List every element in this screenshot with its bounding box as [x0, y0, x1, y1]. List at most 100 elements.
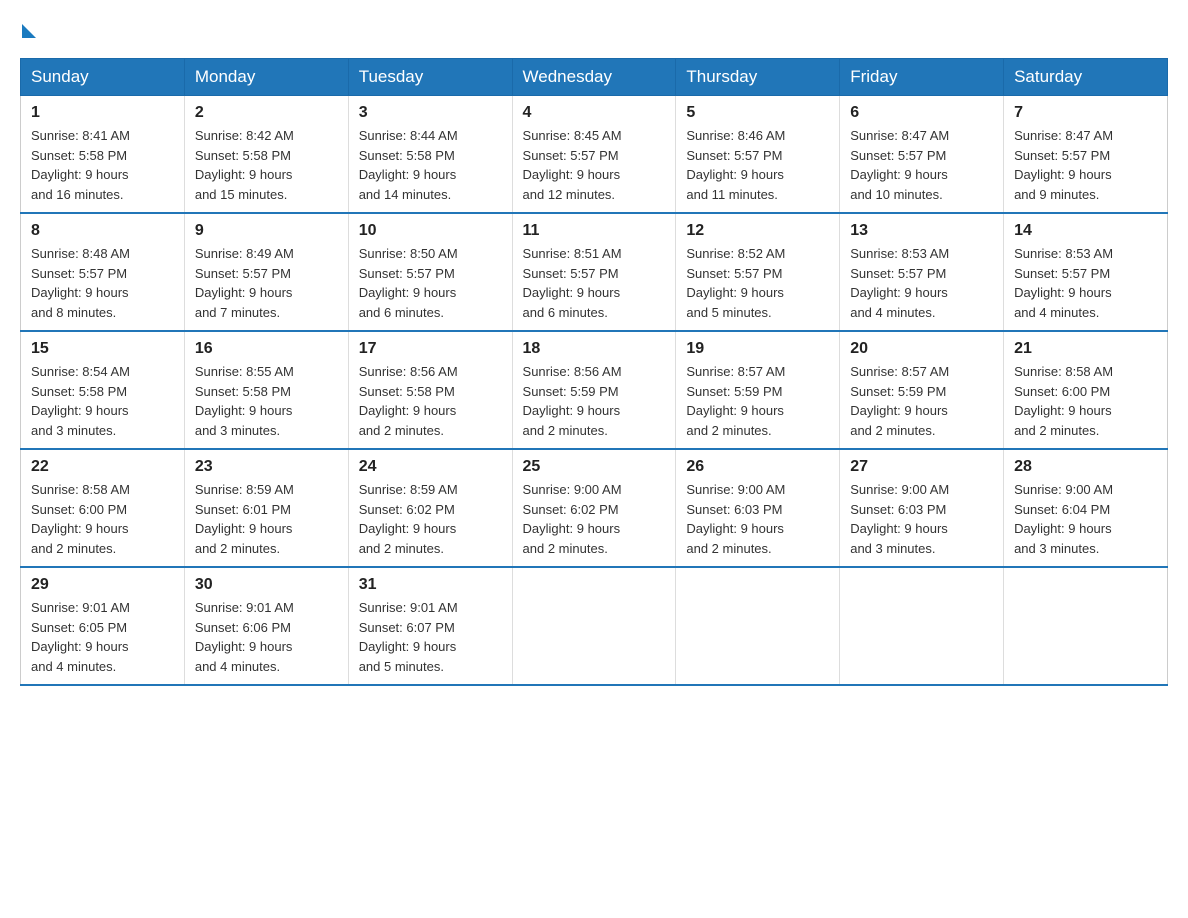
- calendar-cell: 26 Sunrise: 9:00 AM Sunset: 6:03 PM Dayl…: [676, 449, 840, 567]
- header-wednesday: Wednesday: [512, 59, 676, 96]
- day-info: Sunrise: 8:55 AM Sunset: 5:58 PM Dayligh…: [195, 362, 338, 440]
- calendar-cell: 18 Sunrise: 8:56 AM Sunset: 5:59 PM Dayl…: [512, 331, 676, 449]
- day-number: 22: [31, 458, 174, 476]
- day-info: Sunrise: 8:58 AM Sunset: 6:00 PM Dayligh…: [1014, 362, 1157, 440]
- day-info: Sunrise: 8:42 AM Sunset: 5:58 PM Dayligh…: [195, 126, 338, 204]
- day-number: 23: [195, 458, 338, 476]
- calendar-cell: [512, 567, 676, 685]
- header-monday: Monday: [184, 59, 348, 96]
- calendar-cell: 27 Sunrise: 9:00 AM Sunset: 6:03 PM Dayl…: [840, 449, 1004, 567]
- day-info: Sunrise: 8:59 AM Sunset: 6:02 PM Dayligh…: [359, 480, 502, 558]
- day-info: Sunrise: 9:00 AM Sunset: 6:03 PM Dayligh…: [850, 480, 993, 558]
- calendar-week-row: 8 Sunrise: 8:48 AM Sunset: 5:57 PM Dayli…: [21, 213, 1168, 331]
- day-number: 17: [359, 340, 502, 358]
- day-info: Sunrise: 8:56 AM Sunset: 5:58 PM Dayligh…: [359, 362, 502, 440]
- day-info: Sunrise: 9:00 AM Sunset: 6:04 PM Dayligh…: [1014, 480, 1157, 558]
- day-info: Sunrise: 9:01 AM Sunset: 6:05 PM Dayligh…: [31, 598, 174, 676]
- logo-arrow-icon: [22, 24, 36, 38]
- logo-line1: [20, 20, 36, 38]
- day-info: Sunrise: 8:51 AM Sunset: 5:57 PM Dayligh…: [523, 244, 666, 322]
- day-info: Sunrise: 8:56 AM Sunset: 5:59 PM Dayligh…: [523, 362, 666, 440]
- day-info: Sunrise: 8:41 AM Sunset: 5:58 PM Dayligh…: [31, 126, 174, 204]
- day-info: Sunrise: 8:44 AM Sunset: 5:58 PM Dayligh…: [359, 126, 502, 204]
- day-info: Sunrise: 8:52 AM Sunset: 5:57 PM Dayligh…: [686, 244, 829, 322]
- calendar-week-row: 29 Sunrise: 9:01 AM Sunset: 6:05 PM Dayl…: [21, 567, 1168, 685]
- day-info: Sunrise: 8:57 AM Sunset: 5:59 PM Dayligh…: [686, 362, 829, 440]
- calendar-cell: 14 Sunrise: 8:53 AM Sunset: 5:57 PM Dayl…: [1004, 213, 1168, 331]
- calendar-week-row: 1 Sunrise: 8:41 AM Sunset: 5:58 PM Dayli…: [21, 96, 1168, 214]
- calendar-cell: [676, 567, 840, 685]
- day-number: 28: [1014, 458, 1157, 476]
- calendar-table: SundayMondayTuesdayWednesdayThursdayFrid…: [20, 58, 1168, 686]
- logo-wrapper: [20, 20, 36, 38]
- calendar-cell: [1004, 567, 1168, 685]
- header-tuesday: Tuesday: [348, 59, 512, 96]
- day-number: 15: [31, 340, 174, 358]
- day-info: Sunrise: 8:48 AM Sunset: 5:57 PM Dayligh…: [31, 244, 174, 322]
- calendar-cell: 7 Sunrise: 8:47 AM Sunset: 5:57 PM Dayli…: [1004, 96, 1168, 214]
- day-info: Sunrise: 8:50 AM Sunset: 5:57 PM Dayligh…: [359, 244, 502, 322]
- calendar-cell: 31 Sunrise: 9:01 AM Sunset: 6:07 PM Dayl…: [348, 567, 512, 685]
- calendar-cell: 9 Sunrise: 8:49 AM Sunset: 5:57 PM Dayli…: [184, 213, 348, 331]
- day-number: 19: [686, 340, 829, 358]
- day-info: Sunrise: 8:59 AM Sunset: 6:01 PM Dayligh…: [195, 480, 338, 558]
- calendar-cell: 5 Sunrise: 8:46 AM Sunset: 5:57 PM Dayli…: [676, 96, 840, 214]
- day-number: 27: [850, 458, 993, 476]
- calendar-cell: 1 Sunrise: 8:41 AM Sunset: 5:58 PM Dayli…: [21, 96, 185, 214]
- day-number: 11: [523, 222, 666, 240]
- day-number: 29: [31, 576, 174, 594]
- calendar-cell: 30 Sunrise: 9:01 AM Sunset: 6:06 PM Dayl…: [184, 567, 348, 685]
- day-number: 31: [359, 576, 502, 594]
- day-info: Sunrise: 8:57 AM Sunset: 5:59 PM Dayligh…: [850, 362, 993, 440]
- day-info: Sunrise: 8:49 AM Sunset: 5:57 PM Dayligh…: [195, 244, 338, 322]
- header-sunday: Sunday: [21, 59, 185, 96]
- day-info: Sunrise: 9:01 AM Sunset: 6:07 PM Dayligh…: [359, 598, 502, 676]
- calendar-cell: 3 Sunrise: 8:44 AM Sunset: 5:58 PM Dayli…: [348, 96, 512, 214]
- day-number: 6: [850, 104, 993, 122]
- day-info: Sunrise: 8:53 AM Sunset: 5:57 PM Dayligh…: [850, 244, 993, 322]
- calendar-cell: 17 Sunrise: 8:56 AM Sunset: 5:58 PM Dayl…: [348, 331, 512, 449]
- calendar-week-row: 15 Sunrise: 8:54 AM Sunset: 5:58 PM Dayl…: [21, 331, 1168, 449]
- day-info: Sunrise: 8:46 AM Sunset: 5:57 PM Dayligh…: [686, 126, 829, 204]
- calendar-cell: 20 Sunrise: 8:57 AM Sunset: 5:59 PM Dayl…: [840, 331, 1004, 449]
- calendar-cell: 23 Sunrise: 8:59 AM Sunset: 6:01 PM Dayl…: [184, 449, 348, 567]
- logo: [20, 20, 36, 38]
- day-number: 2: [195, 104, 338, 122]
- page-header: [20, 20, 1168, 38]
- day-number: 14: [1014, 222, 1157, 240]
- day-info: Sunrise: 8:54 AM Sunset: 5:58 PM Dayligh…: [31, 362, 174, 440]
- day-number: 12: [686, 222, 829, 240]
- calendar-week-row: 22 Sunrise: 8:58 AM Sunset: 6:00 PM Dayl…: [21, 449, 1168, 567]
- calendar-cell: [840, 567, 1004, 685]
- calendar-cell: 13 Sunrise: 8:53 AM Sunset: 5:57 PM Dayl…: [840, 213, 1004, 331]
- day-number: 9: [195, 222, 338, 240]
- calendar-cell: 12 Sunrise: 8:52 AM Sunset: 5:57 PM Dayl…: [676, 213, 840, 331]
- day-number: 18: [523, 340, 666, 358]
- day-number: 8: [31, 222, 174, 240]
- day-number: 21: [1014, 340, 1157, 358]
- calendar-cell: 22 Sunrise: 8:58 AM Sunset: 6:00 PM Dayl…: [21, 449, 185, 567]
- calendar-cell: 8 Sunrise: 8:48 AM Sunset: 5:57 PM Dayli…: [21, 213, 185, 331]
- day-number: 4: [523, 104, 666, 122]
- day-info: Sunrise: 9:00 AM Sunset: 6:03 PM Dayligh…: [686, 480, 829, 558]
- day-number: 5: [686, 104, 829, 122]
- header-friday: Friday: [840, 59, 1004, 96]
- calendar-cell: 25 Sunrise: 9:00 AM Sunset: 6:02 PM Dayl…: [512, 449, 676, 567]
- day-info: Sunrise: 8:45 AM Sunset: 5:57 PM Dayligh…: [523, 126, 666, 204]
- day-number: 20: [850, 340, 993, 358]
- day-info: Sunrise: 9:01 AM Sunset: 6:06 PM Dayligh…: [195, 598, 338, 676]
- calendar-cell: 4 Sunrise: 8:45 AM Sunset: 5:57 PM Dayli…: [512, 96, 676, 214]
- day-number: 13: [850, 222, 993, 240]
- header-saturday: Saturday: [1004, 59, 1168, 96]
- calendar-cell: 15 Sunrise: 8:54 AM Sunset: 5:58 PM Dayl…: [21, 331, 185, 449]
- calendar-header-row: SundayMondayTuesdayWednesdayThursdayFrid…: [21, 59, 1168, 96]
- day-number: 3: [359, 104, 502, 122]
- day-number: 30: [195, 576, 338, 594]
- day-number: 25: [523, 458, 666, 476]
- calendar-cell: 11 Sunrise: 8:51 AM Sunset: 5:57 PM Dayl…: [512, 213, 676, 331]
- day-number: 26: [686, 458, 829, 476]
- calendar-cell: 29 Sunrise: 9:01 AM Sunset: 6:05 PM Dayl…: [21, 567, 185, 685]
- day-number: 16: [195, 340, 338, 358]
- calendar-cell: 6 Sunrise: 8:47 AM Sunset: 5:57 PM Dayli…: [840, 96, 1004, 214]
- day-number: 24: [359, 458, 502, 476]
